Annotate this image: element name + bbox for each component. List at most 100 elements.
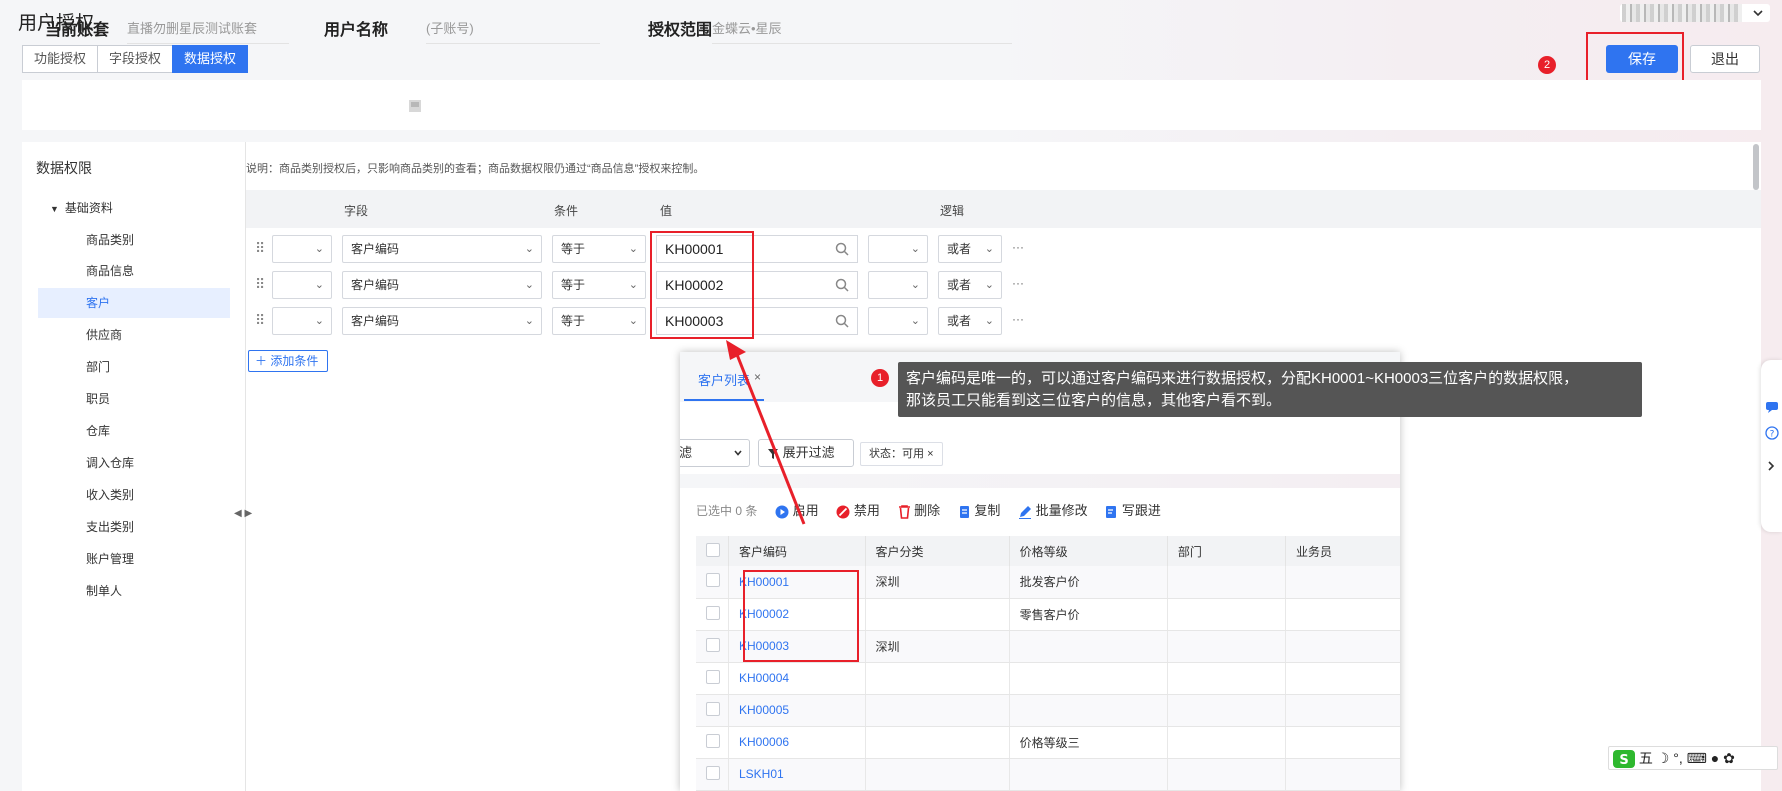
tree-item-transfer-warehouse[interactable]: 调入仓库 — [38, 448, 230, 478]
chevron-down-icon: ⌄ — [984, 315, 994, 327]
batch-edit-button[interactable]: 批量修改 — [1018, 503, 1088, 519]
row-checkbox[interactable] — [706, 669, 720, 684]
customer-code-link[interactable]: KH00005 — [728, 694, 866, 727]
customer-category-cell — [865, 662, 1010, 695]
col-header-price-level[interactable]: 价格等级 — [1009, 536, 1168, 566]
customer-code-link[interactable]: LSKH01 — [728, 758, 866, 791]
row-checkbox[interactable] — [706, 765, 720, 780]
keyboard-icon[interactable]: ⌨ — [1687, 750, 1707, 766]
condition-prefix-select[interactable]: ⌄ — [272, 271, 332, 299]
more-icon[interactable]: ··· — [1012, 312, 1024, 326]
drag-handle-icon[interactable]: ⠿ — [255, 240, 265, 257]
condition-logic-select[interactable]: 或者 ⌄ — [938, 271, 1002, 299]
row-checkbox[interactable] — [706, 573, 720, 588]
chevron-down-icon[interactable] — [1752, 4, 1764, 19]
row-checkbox[interactable] — [706, 605, 720, 620]
status-filter-tag[interactable]: 状态：可用 × — [860, 442, 943, 466]
table-row[interactable]: KH00005 — [696, 694, 1400, 727]
select-all-checkbox[interactable] — [706, 542, 720, 557]
condition-op-select[interactable]: 等于 ⌄ — [552, 235, 646, 263]
tree-item-customer[interactable]: 客户 — [38, 288, 230, 318]
punctuation-icon[interactable]: °, — [1673, 750, 1683, 766]
delete-button[interactable]: 删除 — [898, 503, 940, 519]
table-row[interactable]: LSKH01 — [696, 758, 1400, 791]
tab-field-auth[interactable]: 字段授权 — [97, 45, 174, 73]
tree-item-product-info[interactable]: 商品信息 — [38, 256, 230, 286]
tree-item-income-category[interactable]: 收入类别 — [38, 480, 230, 510]
condition-logic-select[interactable]: 或者 ⌄ — [938, 307, 1002, 335]
chevron-down-icon: ⌄ — [524, 243, 534, 255]
condition-paren-select[interactable]: ⌄ — [868, 307, 928, 335]
row-checkbox[interactable] — [706, 701, 720, 716]
table-row[interactable]: KH00004 — [696, 662, 1400, 695]
add-condition-button[interactable]: ＋ 添加条件 — [248, 350, 328, 372]
row-checkbox[interactable] — [706, 637, 720, 652]
select-all-cell[interactable] — [696, 536, 729, 566]
auth-note: 说明：商品类别授权后，只影响商品类别的查看；商品数据权限仍通过“商品信息”授权来… — [246, 163, 705, 175]
col-header-customer-code[interactable]: 客户编码 — [728, 536, 866, 566]
tab-function-auth[interactable]: 功能授权 — [22, 45, 99, 73]
condition-op-select[interactable]: 等于 ⌄ — [552, 307, 646, 335]
condition-logic-select[interactable]: 或者 ⌄ — [938, 235, 1002, 263]
more-icon[interactable]: ··· — [1012, 240, 1024, 254]
col-header-salesperson[interactable]: 业务员 — [1285, 536, 1400, 566]
tree-item-account-mgmt[interactable]: 账户管理 — [38, 544, 230, 574]
follow-up-button[interactable]: 写跟进 — [1105, 503, 1161, 518]
chevron-down-icon: ⌄ — [984, 279, 994, 291]
tree-item-warehouse[interactable]: 仓库 — [38, 416, 230, 446]
condition-paren-select[interactable]: ⌄ — [868, 271, 928, 299]
tree-root-basic-data[interactable]: ▼ 基础资料 — [50, 199, 113, 216]
disable-button[interactable]: 禁用 — [836, 503, 880, 519]
tree-item-expense-category[interactable]: 支出类别 — [38, 512, 230, 542]
tree-item-document-maker[interactable]: 制单人 — [38, 576, 230, 606]
chat-icon[interactable] — [1765, 400, 1779, 414]
drag-handle-icon[interactable]: ⠿ — [255, 276, 265, 293]
copy-icon — [959, 505, 969, 518]
condition-field-select[interactable]: 客户编码 ⌄ — [342, 271, 542, 299]
col-header-department[interactable]: 部门 — [1167, 536, 1286, 566]
price-level-cell — [1009, 630, 1168, 663]
help-icon[interactable]: ? — [1765, 426, 1779, 440]
status-filter-label: 状态：可用 — [869, 448, 924, 460]
col-header-customer-category[interactable]: 客户分类 — [865, 536, 1010, 566]
tree-item-product-category[interactable]: 商品类别 — [38, 225, 230, 255]
tree-title: 数据权限 — [36, 160, 92, 176]
customer-code-link[interactable]: KH00004 — [728, 662, 866, 695]
more-icon[interactable]: ··· — [1012, 276, 1024, 290]
condition-prefix-select[interactable]: ⌄ — [272, 307, 332, 335]
drag-handle-icon[interactable]: ⠿ — [255, 312, 265, 329]
chevron-down-icon: ⌄ — [314, 315, 324, 327]
user-icon[interactable]: ● — [1711, 750, 1719, 766]
tab-data-auth[interactable]: 数据授权 — [172, 45, 249, 73]
condition-op-select[interactable]: 等于 ⌄ — [552, 271, 646, 299]
vertical-scrollbar[interactable] — [1753, 144, 1759, 190]
chevron-right-icon[interactable] — [1766, 460, 1776, 472]
ime-toolbar[interactable]: S 五 ☽ °, ⌨ ● ✿ — [1608, 746, 1778, 770]
panel-collapse-toggle[interactable]: ◀ ▶ — [234, 508, 252, 519]
chevron-down-icon: ⌄ — [628, 279, 638, 291]
table-row[interactable]: KH00006 价格等级三 — [696, 726, 1400, 759]
condition-prefix-select[interactable]: ⌄ — [272, 235, 332, 263]
search-icon[interactable] — [835, 314, 849, 328]
save-button[interactable]: 保存 — [1606, 45, 1678, 73]
exit-button[interactable]: 退出 — [1690, 45, 1760, 73]
chevron-down-icon: ⌄ — [910, 243, 920, 255]
search-icon[interactable] — [835, 278, 849, 292]
condition-paren-select[interactable]: ⌄ — [868, 235, 928, 263]
apps-icon[interactable]: ✿ — [1723, 750, 1735, 766]
moon-icon[interactable]: ☽ — [1657, 750, 1670, 766]
account-label: 当前账套 — [45, 22, 110, 39]
search-icon[interactable] — [835, 242, 849, 256]
tree-item-employee[interactable]: 职员 — [38, 384, 230, 414]
condition-field-select[interactable]: 客户编码 ⌄ — [342, 235, 542, 263]
department-cell — [1167, 662, 1286, 695]
condition-field-value: 客户编码 — [351, 278, 400, 292]
copy-button[interactable]: 复制 — [958, 503, 1000, 518]
salesperson-cell — [1285, 598, 1400, 631]
condition-field-select[interactable]: 客户编码 ⌄ — [342, 307, 542, 335]
tree-item-supplier[interactable]: 供应商 — [38, 320, 230, 350]
tree-item-department[interactable]: 部门 — [38, 352, 230, 382]
customer-code-link[interactable]: KH00006 — [728, 726, 866, 759]
close-icon[interactable]: × — [927, 448, 933, 460]
row-checkbox[interactable] — [706, 733, 720, 748]
